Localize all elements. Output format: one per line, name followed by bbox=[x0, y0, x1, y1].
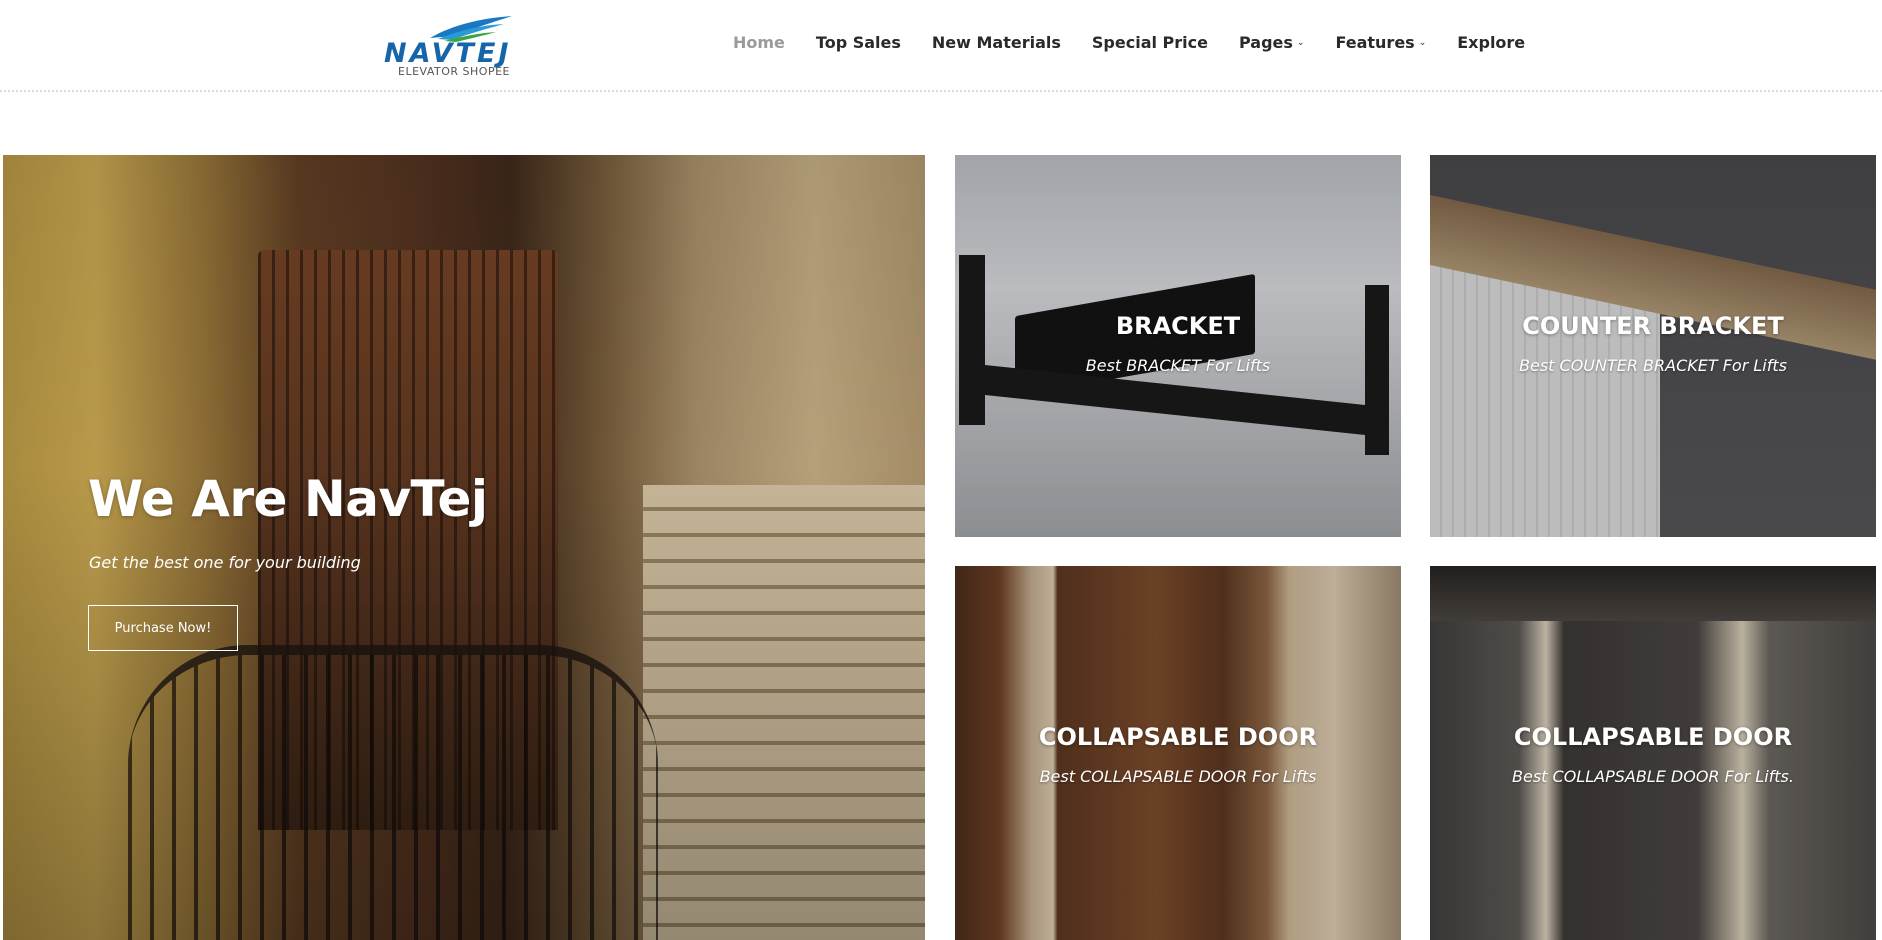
tile-caption: COUNTER BRACKET Best COUNTER BRACKET For… bbox=[1430, 312, 1876, 375]
purchase-now-button[interactable]: Purchase Now! bbox=[88, 605, 238, 651]
product-tile-collapsable-door-2[interactable]: COLLAPSABLE DOOR Best COLLAPSABLE DOOR F… bbox=[1430, 566, 1876, 940]
tile-subtitle: Best COLLAPSABLE DOOR For Lifts bbox=[1039, 767, 1317, 786]
nav-item-label: Features bbox=[1335, 33, 1415, 52]
chevron-down-icon: ⌄ bbox=[1418, 37, 1427, 48]
product-tile-bracket[interactable]: BRACKET Best BRACKET For Lifts bbox=[955, 155, 1401, 537]
site-header: NAVTEJ ELEVATOR SHOPEE Home Top Sales Ne… bbox=[0, 0, 1882, 92]
tile-title: COLLAPSABLE DOOR bbox=[1038, 723, 1318, 751]
nav-item-label: Home bbox=[733, 33, 785, 52]
tile-subtitle: Best COUNTER BRACKET For Lifts bbox=[1519, 356, 1787, 375]
hero-heading: We Are NavTej bbox=[88, 470, 488, 528]
tile-caption: BRACKET Best BRACKET For Lifts bbox=[955, 312, 1401, 375]
nav-item-new-materials[interactable]: New Materials bbox=[932, 33, 1061, 52]
tile-caption: COLLAPSABLE DOOR Best COLLAPSABLE DOOR F… bbox=[955, 723, 1401, 786]
tile-title: COUNTER BRACKET bbox=[1522, 312, 1784, 340]
nav-item-features[interactable]: Features ⌄ bbox=[1335, 33, 1426, 52]
nav-item-label: Explore bbox=[1457, 33, 1526, 52]
tile-subtitle: Best COLLAPSABLE DOOR For Lifts. bbox=[1512, 767, 1794, 786]
tile-title: BRACKET bbox=[1115, 312, 1241, 340]
nav-item-label: New Materials bbox=[931, 33, 1061, 52]
logo-wordmark: NAVTEJ bbox=[384, 38, 512, 69]
hero-banner: We Are NavTej Get the best one for your … bbox=[3, 155, 925, 940]
nav-item-special-price[interactable]: Special Price bbox=[1092, 33, 1208, 52]
product-tile-collapsable-door[interactable]: COLLAPSABLE DOOR Best COLLAPSABLE DOOR F… bbox=[955, 566, 1401, 940]
nav-item-label: Special Price bbox=[1091, 33, 1208, 52]
nav-item-top-sales[interactable]: Top Sales bbox=[816, 33, 901, 52]
hero-overlay bbox=[3, 155, 925, 940]
nav-item-explore[interactable]: Explore bbox=[1457, 33, 1525, 52]
main-nav: Home Top Sales New Materials Special Pri… bbox=[733, 33, 1556, 52]
nav-item-label: Pages bbox=[1238, 33, 1293, 52]
nav-item-pages[interactable]: Pages ⌄ bbox=[1239, 33, 1304, 52]
tile-caption: COLLAPSABLE DOOR Best COLLAPSABLE DOOR F… bbox=[1430, 723, 1876, 786]
nav-item-label: Top Sales bbox=[815, 33, 901, 52]
navtej-logo[interactable]: NAVTEJ ELEVATOR SHOPEE bbox=[384, 14, 540, 78]
nav-item-home[interactable]: Home bbox=[733, 33, 785, 52]
hero-subheading: Get the best one for your building bbox=[89, 553, 361, 572]
product-tile-counter-bracket[interactable]: COUNTER BRACKET Best COUNTER BRACKET For… bbox=[1430, 155, 1876, 537]
tile-subtitle: Best BRACKET For Lifts bbox=[1085, 356, 1271, 375]
logo-tagline: ELEVATOR SHOPEE bbox=[398, 65, 510, 78]
chevron-down-icon: ⌄ bbox=[1296, 37, 1305, 48]
tile-title: COLLAPSABLE DOOR bbox=[1513, 723, 1793, 751]
